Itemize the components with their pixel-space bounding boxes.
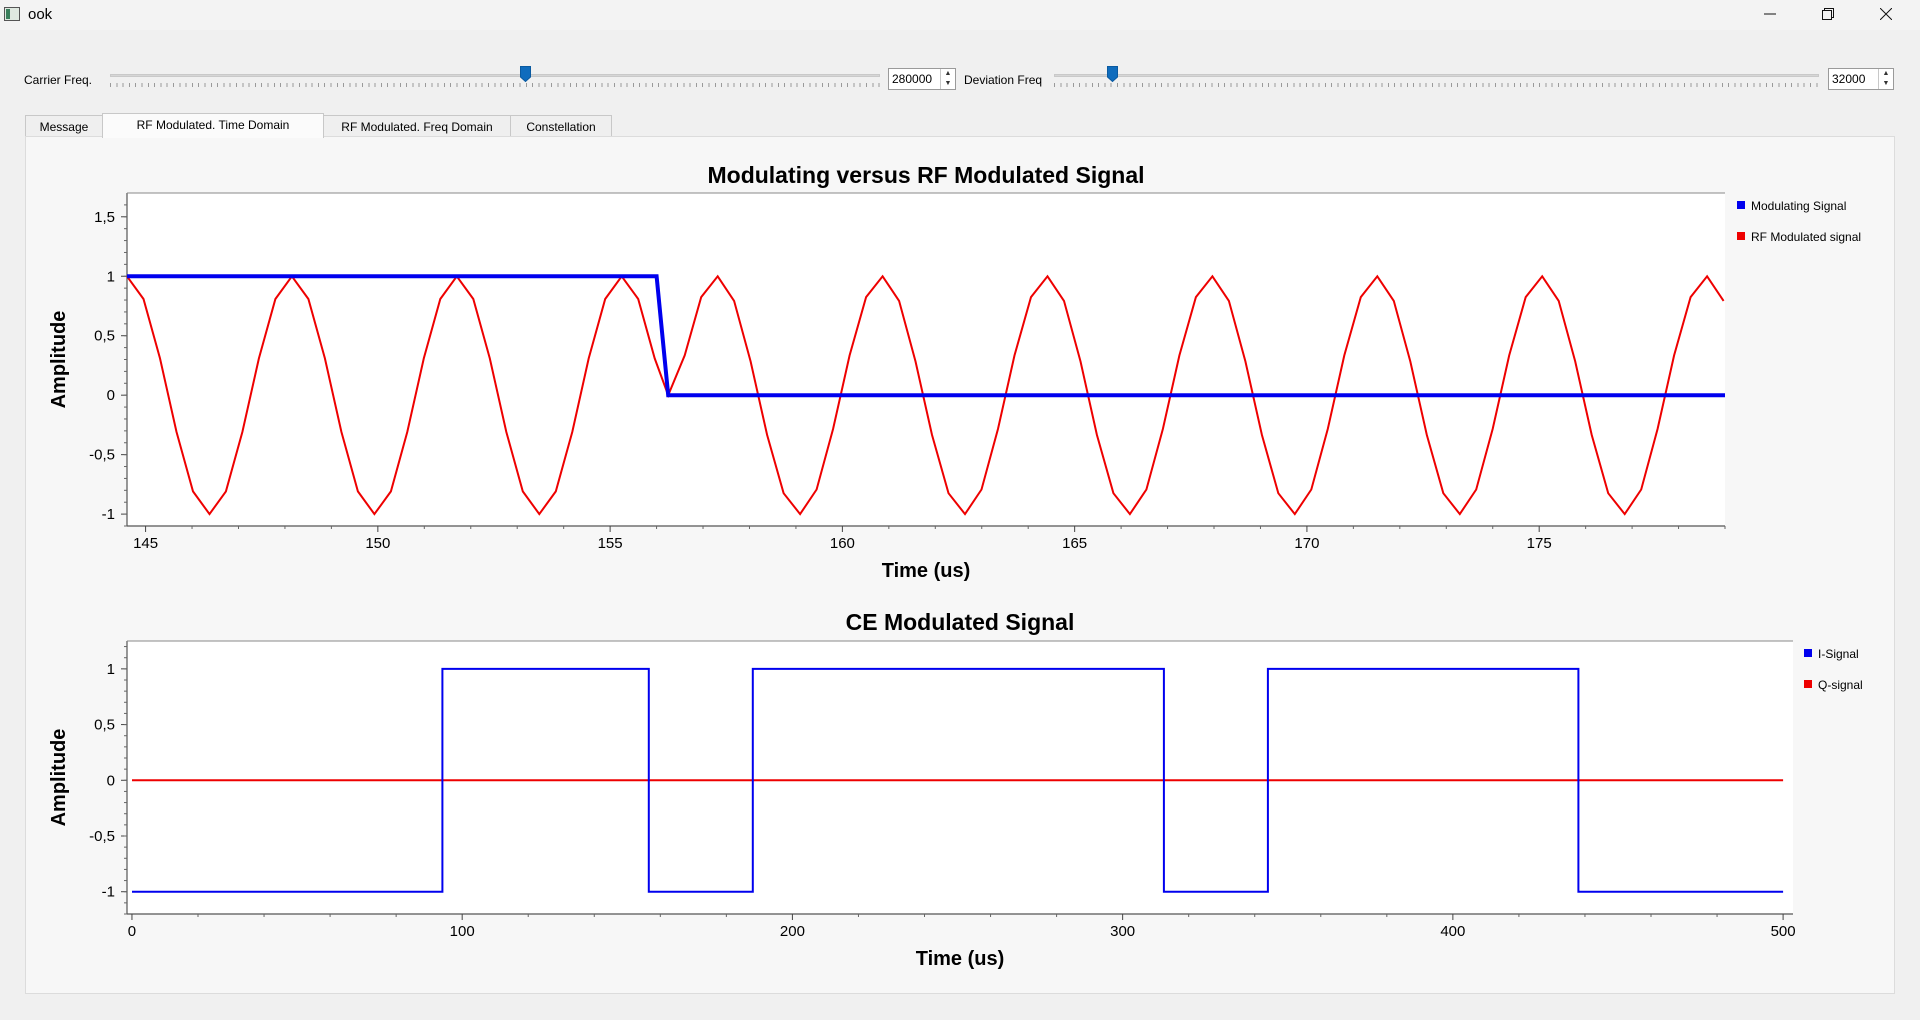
legend-entry: RF Modulated signal: [1751, 230, 1861, 244]
chart-ce-modulated: 0 100 200 300 400 500 1 0,5 0 -0,5 -1 CE Modulated…: [48, 609, 1863, 970]
legend-entry: Modulating Signal: [1751, 199, 1846, 213]
legend-swatch: [1804, 680, 1812, 688]
x-tick-label: 145: [133, 535, 158, 552]
y-axis-label: Amplitude: [48, 729, 70, 827]
y-tick-label: -1: [102, 506, 115, 523]
y-tick-label: 0: [107, 387, 115, 404]
x-tick-label: 300: [1110, 923, 1135, 940]
legend-entry: I-Signal: [1818, 647, 1859, 661]
charts-canvas: 145 150 155 160 165 170 175 1,5 1 0,5 0 -0,5 -1 Modu…: [48, 162, 1863, 970]
chart-title: CE Modulated Signal: [846, 609, 1075, 635]
tab-rf-time-domain[interactable]: RF Modulated. Time Domain: [102, 113, 324, 138]
x-tick-label: 155: [598, 535, 623, 552]
y-tick-label: 0,5: [94, 328, 115, 345]
x-tick-label: 175: [1527, 535, 1552, 552]
y-tick-label: 1: [107, 268, 115, 285]
y-axis-label: Amplitude: [48, 311, 70, 409]
legend-entry: Q-signal: [1818, 678, 1863, 692]
legend-swatch: [1737, 201, 1745, 209]
x-axis-label: Time (us): [916, 948, 1005, 970]
legend-swatch: [1737, 232, 1745, 240]
x-tick-label: 170: [1294, 535, 1319, 552]
x-tick-label: 150: [365, 535, 390, 552]
y-tick-label: 0,5: [94, 717, 115, 734]
y-tick-label: -0,5: [89, 828, 115, 845]
x-axis-label: Time (us): [882, 560, 971, 582]
legend-swatch: [1804, 649, 1812, 657]
plot-area: [127, 641, 1793, 914]
y-tick-label: 0: [107, 772, 115, 789]
y-tick-label: 1: [107, 661, 115, 678]
y-tick-label: -0,5: [89, 447, 115, 464]
y-tick-label: 1,5: [94, 209, 115, 226]
x-tick-label: 200: [780, 923, 805, 940]
x-tick-label: 160: [830, 535, 855, 552]
chart-modulating-vs-rf: 145 150 155 160 165 170 175 1,5 1 0,5 0 -0,5 -1 Modu…: [48, 162, 1861, 582]
x-tick-label: 165: [1062, 535, 1087, 552]
x-tick-label: 400: [1440, 923, 1465, 940]
x-tick-label: 500: [1771, 923, 1796, 940]
legend: I-Signal Q-signal: [1804, 647, 1863, 692]
legend: Modulating Signal RF Modulated signal: [1737, 199, 1861, 244]
x-tick-label: 0: [128, 923, 136, 940]
plot-area: [127, 193, 1725, 526]
y-tick-label: -1: [102, 884, 115, 901]
x-tick-label: 100: [450, 923, 475, 940]
chart-title: Modulating versus RF Modulated Signal: [707, 162, 1144, 188]
